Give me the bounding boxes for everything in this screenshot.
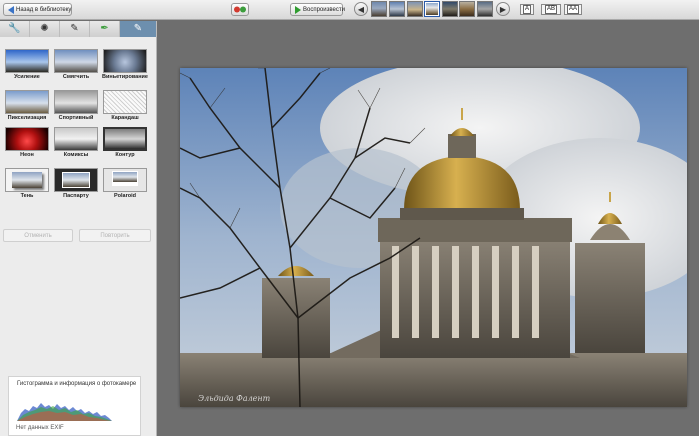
frame-icon: ✎ <box>133 23 143 34</box>
effect-pencil[interactable]: Карандаш <box>101 88 149 124</box>
undo-label: Отменить <box>24 232 52 239</box>
effect-label: Контур <box>115 152 135 158</box>
thumbnail-6[interactable] <box>459 1 475 17</box>
effect-passe-partout[interactable]: Паспарту <box>52 166 100 202</box>
effect-label: Тень <box>20 193 34 199</box>
histogram-graph <box>17 403 112 421</box>
sparkle-icon: ✺ <box>40 23 49 34</box>
tab-tuning[interactable]: ✺ <box>30 21 60 37</box>
red-eye-icon <box>234 6 246 13</box>
previous-photo-button[interactable]: ◀ <box>354 2 368 16</box>
exif-info: Нет данных EXIF <box>16 425 64 431</box>
effect-label: Пикселизация <box>7 115 47 121</box>
red-eye-button[interactable] <box>231 3 249 16</box>
effect-shadow[interactable]: Тень <box>3 166 51 202</box>
effect-label: Смягчить <box>62 74 90 80</box>
thumbnail-4[interactable] <box>424 1 440 17</box>
effect-preview <box>103 90 147 114</box>
effect-preview <box>54 127 98 151</box>
effect-preview <box>54 90 98 114</box>
thumbnail-7[interactable] <box>477 1 493 17</box>
effect-vignette[interactable]: Виньетирование <box>101 47 149 83</box>
redo-label: Повторить <box>100 232 130 239</box>
next-photo-button[interactable]: ▶ <box>496 2 510 16</box>
effect-label: Polaroid <box>113 193 136 199</box>
arrow-left-icon <box>8 5 14 14</box>
thumbnail-2[interactable] <box>389 1 405 17</box>
effect-sport[interactable]: Спортивный <box>52 88 100 124</box>
effect-preview <box>54 168 98 192</box>
effect-preview <box>5 49 49 73</box>
thumbnail-1[interactable] <box>371 1 387 17</box>
redo-button[interactable]: Повторить <box>79 229 151 242</box>
text-size-large-button[interactable]: AA <box>564 4 582 15</box>
effect-label: Комиксы <box>63 152 89 158</box>
brush-icon: ✎ <box>70 23 79 34</box>
tab-basic-fixes[interactable]: 🔧 <box>0 21 30 37</box>
arrow-right-icon: ▶ <box>499 4 507 14</box>
cathedral-photo <box>180 68 687 407</box>
effect-polaroid[interactable]: Polaroid <box>101 166 149 202</box>
play-label: Воспроизвести <box>303 6 345 13</box>
effect-neon[interactable]: Неон <box>3 125 51 161</box>
effect-boost[interactable]: Усиление <box>3 47 51 83</box>
effect-label: Спортивный <box>58 115 94 121</box>
effect-label: Усиление <box>14 74 40 80</box>
play-icon <box>295 5 301 14</box>
histogram-panel: Гистограмма и информация о фотокамере Не… <box>8 376 141 436</box>
effect-preview <box>103 127 147 151</box>
top-toolbar: Назад в библиотеку Воспроизвести ◀ ▶ A A… <box>0 0 699 20</box>
effect-preview <box>5 127 49 151</box>
effect-label: Карандаш <box>111 115 139 121</box>
effect-label: Неон <box>20 152 34 158</box>
effect-comics[interactable]: Комиксы <box>52 125 100 161</box>
paint-icon: ✒ <box>100 23 109 34</box>
size-large-label: AA <box>566 5 579 14</box>
effect-label: Виньетирование <box>102 74 148 80</box>
size-small-label: A <box>522 5 531 14</box>
size-medium-label: AB <box>544 5 557 14</box>
effect-label: Паспарту <box>63 193 89 199</box>
tab-effects-3[interactable]: ✎ <box>120 21 157 37</box>
tool-tabs: 🔧 ✺ ✎ ✒ ✎ <box>0 21 157 37</box>
effect-preview <box>54 49 98 73</box>
histogram-title: Гистограмма и информация о фотокамере <box>17 381 137 387</box>
thumbnail-3[interactable] <box>407 1 423 17</box>
photo-watermark: Эльдида Фалент <box>198 394 271 403</box>
effect-preview <box>103 168 147 192</box>
effect-contour[interactable]: Контур <box>101 125 149 161</box>
thumbnail-5[interactable] <box>442 1 458 17</box>
back-to-library-label: Назад в библиотеку <box>16 6 72 13</box>
tab-effects-2[interactable]: ✒ <box>90 21 120 37</box>
arrow-left-icon: ◀ <box>357 4 365 14</box>
back-to-library-button[interactable]: Назад в библиотеку <box>3 3 72 16</box>
wrench-icon: 🔧 <box>8 23 21 34</box>
tab-effects-1[interactable]: ✎ <box>60 21 90 37</box>
text-size-small-button[interactable]: A <box>520 4 534 15</box>
edit-panel: 🔧 ✺ ✎ ✒ ✎ Усиление Смягчить Виньетирован… <box>0 21 157 436</box>
undo-button[interactable]: Отменить <box>3 229 73 242</box>
effect-soften[interactable]: Смягчить <box>52 47 100 83</box>
slideshow-play-button[interactable]: Воспроизвести <box>290 3 345 16</box>
effect-preview <box>5 90 49 114</box>
text-size-medium-button[interactable]: AB <box>541 4 561 15</box>
effect-preview <box>103 49 147 73</box>
main-photo[interactable]: Эльдида Фалент <box>180 68 687 407</box>
effect-preview <box>5 168 49 192</box>
effect-pixelate[interactable]: Пикселизация <box>3 88 51 124</box>
